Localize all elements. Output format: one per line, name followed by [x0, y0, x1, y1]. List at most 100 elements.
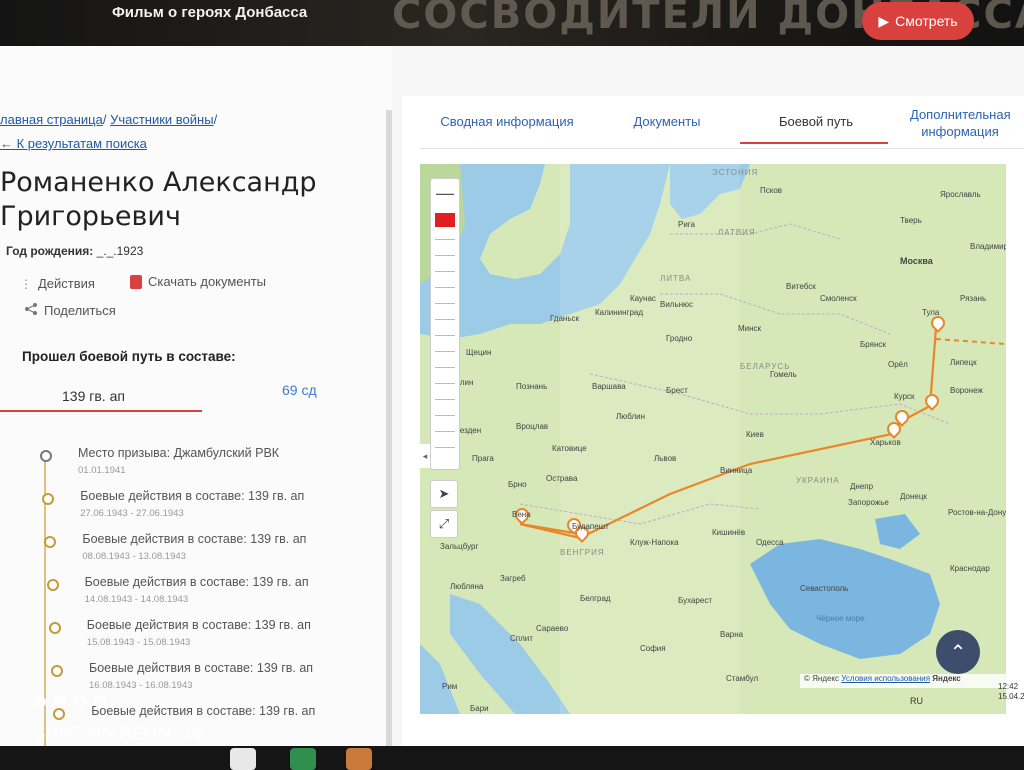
tab-documents[interactable]: Документы: [612, 114, 722, 129]
map-city-label: Курск: [894, 392, 915, 401]
zoom-handle[interactable]: [435, 213, 455, 227]
person-panel: лавная страница/ Участники войны/ ← К ре…: [0, 46, 392, 746]
timeline-item-date: 14.08.1943 - 14.08.1943: [84, 594, 189, 605]
unit-tab-69-sd[interactable]: 69 сд: [282, 382, 317, 398]
monitor-bezel: [0, 746, 1024, 770]
share-button[interactable]: Поделиться: [24, 302, 116, 319]
map-city-label: Ростов-на-Дону: [948, 508, 1006, 517]
map-country-label: ВЕНГРИЯ: [560, 548, 605, 557]
download-documents-button[interactable]: Скачать документы: [130, 274, 266, 289]
timeline-item-title: Боевые действия в составе: 139 гв. ап: [91, 704, 316, 718]
map-city-label: Вроцлав: [516, 422, 549, 431]
map-city-label: Севастополь: [800, 584, 849, 593]
timeline-dot: [40, 450, 52, 462]
map-country-label: ЛИТВА: [660, 274, 692, 283]
dot: [54, 696, 66, 708]
timeline-item[interactable]: Место призыва: Джамбулский РВК 01.01.1941: [78, 446, 279, 476]
excel-taskbar-icon[interactable]: [290, 748, 316, 770]
breadcrumb-home-link[interactable]: лавная страница: [0, 112, 103, 127]
camera-watermark: SHOT ON REDMI 10: [34, 724, 203, 743]
banner-title: Фильм о героях Донбасса: [112, 4, 308, 21]
tab-additional-info[interactable]: Дополнительная информация: [910, 106, 1011, 140]
map-city-label: Белград: [580, 594, 611, 603]
zoom-tick: [435, 383, 455, 384]
map-city-label: Киев: [746, 430, 764, 439]
timeline-item[interactable]: Боевые действия в составе: 139 гв. ап 15.…: [87, 618, 311, 648]
zoom-tick: [435, 319, 455, 320]
map-city-label: Зальцбург: [440, 542, 479, 551]
breadcrumb-separator: /: [213, 112, 218, 127]
zoom-slider[interactable]: —: [430, 178, 460, 470]
map-country-label: УКРАИНА: [796, 476, 840, 485]
timeline-item[interactable]: Боевые действия в составе: 139 гв. ап 14.…: [85, 575, 309, 605]
timeline-item[interactable]: Боевые действия в составе: 139 гв. ап 27.…: [80, 489, 304, 519]
map-city-label: Вильнюс: [660, 300, 694, 309]
timeline-item-title: Боевые действия в составе: 139 гв. ап: [82, 532, 307, 546]
map-city-label: Москва: [900, 256, 933, 266]
locate-me-button[interactable]: ➤: [430, 480, 458, 508]
zoom-tick: [435, 255, 455, 256]
watch-button[interactable]: ▶ Смотреть: [862, 2, 974, 40]
map-city-label: Рим: [442, 682, 458, 691]
map-city-label: Брест: [666, 386, 688, 395]
timeline-item-date: 16.08.1943 - 16.08.1943: [89, 680, 193, 691]
tab-summary[interactable]: Сводная информация: [432, 114, 582, 129]
map-city-label: Любляна: [450, 582, 484, 591]
map-city-label: Краснодар: [950, 564, 990, 573]
actions-button[interactable]: ⋮ Действия: [20, 276, 95, 291]
timeline-item-title: Боевые действия в составе: 139 гв. ап: [84, 575, 309, 589]
timeline-dot: [53, 708, 66, 720]
breadcrumb-participants-link[interactable]: Участники войны: [110, 112, 214, 127]
zoom-tick: [435, 239, 455, 240]
chrome-taskbar-icon[interactable]: [230, 748, 256, 770]
unit-tab-139-gv-ap[interactable]: 139 гв. ап: [62, 388, 125, 404]
dot: [94, 696, 106, 708]
timeline-item[interactable]: Боевые действия в составе: 139 гв. ап 16.…: [89, 661, 313, 691]
map-city-label: Владимир: [970, 242, 1006, 251]
timeline-item[interactable]: Боевые действия в составе: 139 гв. ап: [91, 704, 315, 723]
timeline-item[interactable]: Боевые действия в составе: 139 гв. ап 08.…: [82, 532, 306, 562]
map-city-label: Витебск: [786, 282, 816, 291]
dot: [74, 696, 86, 708]
app-taskbar-icon[interactable]: [346, 748, 372, 770]
map-city-label: Псков: [760, 186, 783, 195]
zoom-tick: [435, 271, 455, 272]
timeline-item-date: 01.01.1941: [78, 465, 126, 476]
map-city-label: Загреб: [500, 574, 526, 583]
share-label: Поделиться: [44, 303, 116, 318]
back-to-results-link[interactable]: ← К результатам поиска: [0, 136, 147, 151]
scroll-to-top-button[interactable]: ⌃: [936, 630, 980, 674]
left-panel-scrollbar[interactable]: [386, 110, 392, 746]
tab-combat-path[interactable]: Боевой путь: [742, 114, 890, 129]
terms-link[interactable]: Условия использования: [841, 674, 930, 683]
zoom-tick: [435, 415, 455, 416]
map-city-label: Прага: [472, 454, 494, 463]
info-panel: Сводная информация Документы Боевой путь…: [402, 96, 1024, 746]
map-country-label: ЛАТВИЯ: [718, 228, 756, 237]
map-city-label: Кишинёв: [712, 528, 746, 537]
map-city-label: Познань: [516, 382, 548, 391]
tray-clock[interactable]: 12:42 15.04.2025: [998, 682, 1024, 702]
watch-button-label: Смотреть: [895, 13, 958, 29]
collapse-panel-arrow-icon[interactable]: ◂: [420, 444, 430, 468]
yandex-logo: Яндекс: [932, 674, 961, 683]
fullscreen-button[interactable]: ⤢: [430, 510, 458, 538]
tray-time: 12:42: [998, 682, 1019, 691]
combat-route-dashed: [935, 338, 1006, 345]
timeline-item-date: 27.06.1943 - 27.06.1943: [80, 508, 184, 519]
zoom-out-icon[interactable]: —: [431, 183, 459, 204]
tray-language[interactable]: RU: [910, 696, 923, 706]
birth-year: Год рождения: _._.1923: [6, 244, 143, 258]
active-tab-underline: [740, 142, 888, 144]
birth-label: Год рождения:: [6, 244, 94, 258]
share-icon: [24, 302, 38, 319]
map-city-label: Бухарест: [678, 596, 712, 605]
camera-timestamp: 15.04.2025 12:42: [818, 724, 959, 743]
map-city-label: Щецин: [466, 348, 492, 357]
location-arrow-icon: ➤: [438, 486, 450, 501]
map-city-label: Гомель: [770, 370, 797, 379]
timeline-item-date: 08.08.1943 - 13.08.1943: [82, 551, 186, 562]
timeline-item-title: Боевые действия в составе: 139 гв. ап: [80, 489, 305, 503]
promo-banner[interactable]: Фильм о героях Донбасса СОСВОДИТЕЛИ ДОНБ…: [0, 0, 1024, 52]
combat-path-map[interactable]: ЭСТОНИЯ ЛАТВИЯ ЛИТВА БЕЛАРУСЬ УКРАИНА ВЕНГРИЯ…: [420, 164, 1006, 714]
